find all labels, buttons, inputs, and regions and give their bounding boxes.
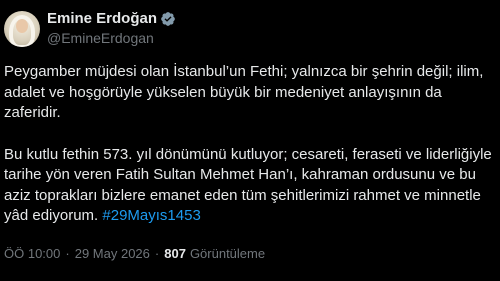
author-handle[interactable]: @EmineErdogan xyxy=(47,29,176,47)
tweet-paragraph-2-text: Bu kutlu fethin 573. yıl dönümünü kutluy… xyxy=(4,145,492,225)
verified-badge-icon xyxy=(161,12,175,26)
meta-separator: · xyxy=(65,246,70,261)
author-display-name[interactable]: Emine Erdoğan xyxy=(47,10,157,28)
avatar-scarf xyxy=(9,14,35,47)
tweet-paragraph-2: Bu kutlu fethin 573. yıl dönümünü kutluy… xyxy=(4,145,496,227)
hashtag-link[interactable]: #29Mayıs1453 xyxy=(102,207,200,224)
tweet-meta: ÖÖ 10:00 · 29 May 2026 · 807 Görüntüleme xyxy=(4,246,265,261)
tweet-card: Emine Erdoğan @EmineErdogan Peygamber mü… xyxy=(0,0,500,281)
meta-separator-2: · xyxy=(154,246,160,261)
views-count: 807 xyxy=(164,246,186,261)
avatar[interactable] xyxy=(4,10,40,47)
tweet-date[interactable]: 29 May 2026 xyxy=(75,246,150,261)
views-label: Görüntüleme xyxy=(189,246,266,261)
author-names: Emine Erdoğan @EmineErdogan xyxy=(47,10,176,47)
author-name-row: Emine Erdoğan xyxy=(47,10,176,28)
tweet-time[interactable]: ÖÖ 10:00 xyxy=(4,246,60,261)
tweet-text: Peygamber müjdesi olan İstanbul’un Fethi… xyxy=(4,62,496,227)
tweet-header: Emine Erdoğan @EmineErdogan xyxy=(4,10,176,47)
tweet-paragraph-1: Peygamber müjdesi olan İstanbul’un Fethi… xyxy=(4,63,484,121)
